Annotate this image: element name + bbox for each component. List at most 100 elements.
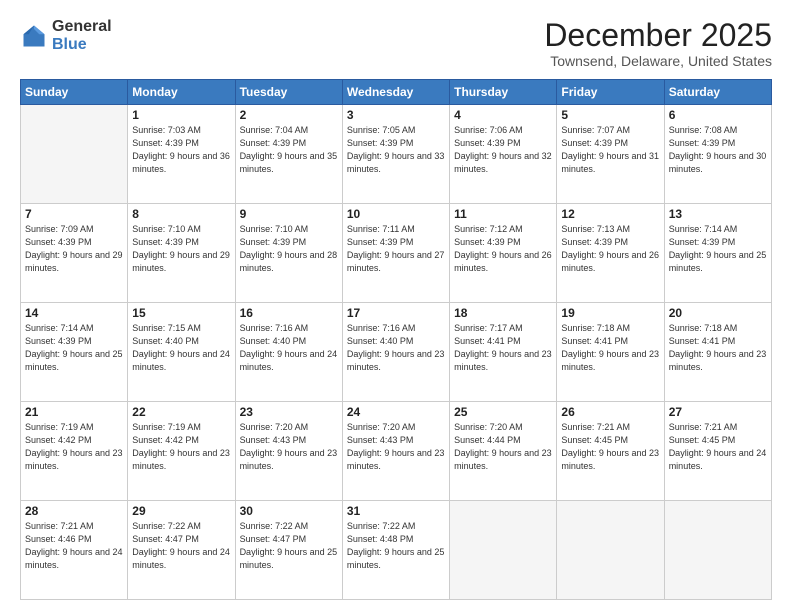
calendar-header-row: Sunday Monday Tuesday Wednesday Thursday… bbox=[21, 80, 772, 105]
day-number-31: 31 bbox=[347, 504, 445, 518]
day-info-29: Sunrise: 7:22 AM Sunset: 4:47 PM Dayligh… bbox=[132, 520, 230, 572]
week-row-3: 21 Sunrise: 7:19 AM Sunset: 4:42 PM Dayli… bbox=[21, 402, 772, 501]
day-number-23: 23 bbox=[240, 405, 338, 419]
header: General Blue December 2025 Townsend, Del… bbox=[20, 18, 772, 69]
day-cell-0-6: 6 Sunrise: 7:08 AM Sunset: 4:39 PM Daylig… bbox=[664, 105, 771, 204]
day-number-28: 28 bbox=[25, 504, 123, 518]
day-info-28: Sunrise: 7:21 AM Sunset: 4:46 PM Dayligh… bbox=[25, 520, 123, 572]
day-number-6: 6 bbox=[669, 108, 767, 122]
day-info-21: Sunrise: 7:19 AM Sunset: 4:42 PM Dayligh… bbox=[25, 421, 123, 473]
header-thursday: Thursday bbox=[450, 80, 557, 105]
day-info-26: Sunrise: 7:21 AM Sunset: 4:45 PM Dayligh… bbox=[561, 421, 659, 473]
day-cell-2-0: 14Sunrise: 7:14 AM Sunset: 4:39 PM Dayli… bbox=[21, 303, 128, 402]
day-info-10: Sunrise: 7:11 AM Sunset: 4:39 PM Dayligh… bbox=[347, 223, 445, 275]
header-friday: Friday bbox=[557, 80, 664, 105]
day-number-19: 19 bbox=[561, 306, 659, 320]
day-number-12: 12 bbox=[561, 207, 659, 221]
day-cell-4-2: 30Sunrise: 7:22 AM Sunset: 4:47 PM Dayli… bbox=[235, 501, 342, 600]
day-cell-2-5: 19 Sunrise: 7:18 AM Sunset: 4:41 PM Dayli… bbox=[557, 303, 664, 402]
day-cell-2-3: 17 Sunrise: 7:16 AM Sunset: 4:40 PM Dayli… bbox=[342, 303, 449, 402]
day-number-5: 5 bbox=[561, 108, 659, 122]
day-number-10: 10 bbox=[347, 207, 445, 221]
day-cell-1-4: 11 Sunrise: 7:12 AM Sunset: 4:39 PM Dayli… bbox=[450, 204, 557, 303]
day-number-17: 17 bbox=[347, 306, 445, 320]
day-cell-2-6: 20 Sunrise: 7:18 AM Sunset: 4:41 PM Dayli… bbox=[664, 303, 771, 402]
day-cell-2-1: 15 Sunrise: 7:15 AM Sunset: 4:40 PM Dayli… bbox=[128, 303, 235, 402]
logo-general-text: General bbox=[52, 18, 112, 36]
day-number-8: 8 bbox=[132, 207, 230, 221]
day-number-1: 1 bbox=[132, 108, 230, 122]
day-cell-0-1: 1 Sunrise: 7:03 AM Sunset: 4:39 PM Daylig… bbox=[128, 105, 235, 204]
day-info-16: Sunrise: 7:16 AM Sunset: 4:40 PM Dayligh… bbox=[240, 322, 338, 374]
day-info-5: Sunrise: 7:07 AM Sunset: 4:39 PM Dayligh… bbox=[561, 124, 659, 176]
calendar-title: December 2025 bbox=[544, 18, 772, 53]
day-info-12: Sunrise: 7:13 AM Sunset: 4:39 PM Dayligh… bbox=[561, 223, 659, 275]
day-cell-1-1: 8 Sunrise: 7:10 AM Sunset: 4:39 PM Daylig… bbox=[128, 204, 235, 303]
day-cell-1-3: 10 Sunrise: 7:11 AM Sunset: 4:39 PM Dayli… bbox=[342, 204, 449, 303]
day-info-14: Sunrise: 7:14 AM Sunset: 4:39 PM Dayligh… bbox=[25, 322, 123, 374]
logo-blue-text: Blue bbox=[52, 36, 112, 54]
day-info-15: Sunrise: 7:15 AM Sunset: 4:40 PM Dayligh… bbox=[132, 322, 230, 374]
day-cell-3-6: 27 Sunrise: 7:21 AM Sunset: 4:45 PM Dayli… bbox=[664, 402, 771, 501]
day-info-19: Sunrise: 7:18 AM Sunset: 4:41 PM Dayligh… bbox=[561, 322, 659, 374]
day-info-4: Sunrise: 7:06 AM Sunset: 4:39 PM Dayligh… bbox=[454, 124, 552, 176]
day-info-18: Sunrise: 7:17 AM Sunset: 4:41 PM Dayligh… bbox=[454, 322, 552, 374]
day-number-29: 29 bbox=[132, 504, 230, 518]
day-info-27: Sunrise: 7:21 AM Sunset: 4:45 PM Dayligh… bbox=[669, 421, 767, 473]
day-info-17: Sunrise: 7:16 AM Sunset: 4:40 PM Dayligh… bbox=[347, 322, 445, 374]
day-number-27: 27 bbox=[669, 405, 767, 419]
day-cell-0-3: 3Sunrise: 7:05 AM Sunset: 4:39 PM Daylig… bbox=[342, 105, 449, 204]
day-info-11: Sunrise: 7:12 AM Sunset: 4:39 PM Dayligh… bbox=[454, 223, 552, 275]
day-info-1: Sunrise: 7:03 AM Sunset: 4:39 PM Dayligh… bbox=[132, 124, 230, 176]
day-cell-3-5: 26 Sunrise: 7:21 AM Sunset: 4:45 PM Dayli… bbox=[557, 402, 664, 501]
day-cell-1-0: 7Sunrise: 7:09 AM Sunset: 4:39 PM Daylig… bbox=[21, 204, 128, 303]
day-info-22: Sunrise: 7:19 AM Sunset: 4:42 PM Dayligh… bbox=[132, 421, 230, 473]
day-number-15: 15 bbox=[132, 306, 230, 320]
week-row-1: 7Sunrise: 7:09 AM Sunset: 4:39 PM Daylig… bbox=[21, 204, 772, 303]
day-cell-4-3: 31 Sunrise: 7:22 AM Sunset: 4:48 PM Dayli… bbox=[342, 501, 449, 600]
day-number-24: 24 bbox=[347, 405, 445, 419]
header-tuesday: Tuesday bbox=[235, 80, 342, 105]
day-cell-2-4: 18 Sunrise: 7:17 AM Sunset: 4:41 PM Dayli… bbox=[450, 303, 557, 402]
day-info-8: Sunrise: 7:10 AM Sunset: 4:39 PM Dayligh… bbox=[132, 223, 230, 275]
day-cell-3-3: 24Sunrise: 7:20 AM Sunset: 4:43 PM Dayli… bbox=[342, 402, 449, 501]
day-info-13: Sunrise: 7:14 AM Sunset: 4:39 PM Dayligh… bbox=[669, 223, 767, 275]
day-cell-0-5: 5 Sunrise: 7:07 AM Sunset: 4:39 PM Daylig… bbox=[557, 105, 664, 204]
week-row-4: 28 Sunrise: 7:21 AM Sunset: 4:46 PM Dayli… bbox=[21, 501, 772, 600]
logo-text: General Blue bbox=[52, 18, 112, 53]
day-cell-4-1: 29 Sunrise: 7:22 AM Sunset: 4:47 PM Dayli… bbox=[128, 501, 235, 600]
day-number-21: 21 bbox=[25, 405, 123, 419]
day-number-9: 9 bbox=[240, 207, 338, 221]
day-number-26: 26 bbox=[561, 405, 659, 419]
day-cell-1-5: 12 Sunrise: 7:13 AM Sunset: 4:39 PM Dayli… bbox=[557, 204, 664, 303]
day-number-13: 13 bbox=[669, 207, 767, 221]
day-number-30: 30 bbox=[240, 504, 338, 518]
week-row-0: 1 Sunrise: 7:03 AM Sunset: 4:39 PM Daylig… bbox=[21, 105, 772, 204]
day-cell-3-1: 22Sunrise: 7:19 AM Sunset: 4:42 PM Dayli… bbox=[128, 402, 235, 501]
title-block: December 2025 Townsend, Delaware, United… bbox=[544, 18, 772, 69]
day-info-2: Sunrise: 7:04 AM Sunset: 4:39 PM Dayligh… bbox=[240, 124, 338, 176]
day-number-4: 4 bbox=[454, 108, 552, 122]
day-cell-3-0: 21 Sunrise: 7:19 AM Sunset: 4:42 PM Dayli… bbox=[21, 402, 128, 501]
day-info-20: Sunrise: 7:18 AM Sunset: 4:41 PM Dayligh… bbox=[669, 322, 767, 374]
day-cell-4-6 bbox=[664, 501, 771, 600]
day-cell-4-4 bbox=[450, 501, 557, 600]
day-cell-4-5 bbox=[557, 501, 664, 600]
day-cell-1-2: 9Sunrise: 7:10 AM Sunset: 4:39 PM Daylig… bbox=[235, 204, 342, 303]
day-info-31: Sunrise: 7:22 AM Sunset: 4:48 PM Dayligh… bbox=[347, 520, 445, 572]
day-info-23: Sunrise: 7:20 AM Sunset: 4:43 PM Dayligh… bbox=[240, 421, 338, 473]
day-cell-1-6: 13 Sunrise: 7:14 AM Sunset: 4:39 PM Dayli… bbox=[664, 204, 771, 303]
day-number-16: 16 bbox=[240, 306, 338, 320]
day-number-18: 18 bbox=[454, 306, 552, 320]
day-cell-3-2: 23 Sunrise: 7:20 AM Sunset: 4:43 PM Dayli… bbox=[235, 402, 342, 501]
day-cell-0-0 bbox=[21, 105, 128, 204]
header-sunday: Sunday bbox=[21, 80, 128, 105]
day-number-7: 7 bbox=[25, 207, 123, 221]
day-cell-0-2: 2Sunrise: 7:04 AM Sunset: 4:39 PM Daylig… bbox=[235, 105, 342, 204]
day-number-11: 11 bbox=[454, 207, 552, 221]
header-wednesday: Wednesday bbox=[342, 80, 449, 105]
day-number-20: 20 bbox=[669, 306, 767, 320]
day-info-6: Sunrise: 7:08 AM Sunset: 4:39 PM Dayligh… bbox=[669, 124, 767, 176]
calendar-location: Townsend, Delaware, United States bbox=[544, 53, 772, 69]
day-info-3: Sunrise: 7:05 AM Sunset: 4:39 PM Dayligh… bbox=[347, 124, 445, 176]
